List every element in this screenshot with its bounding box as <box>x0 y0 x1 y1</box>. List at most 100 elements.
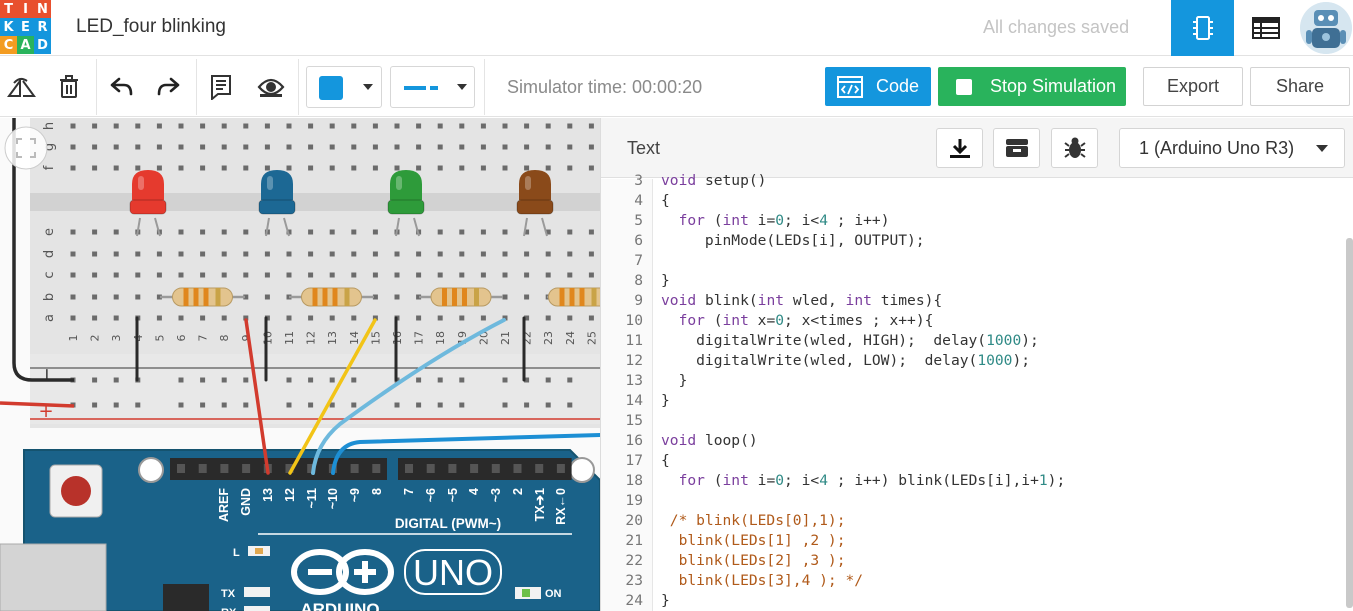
notes-button[interactable] <box>202 69 240 105</box>
breadboard-hole[interactable] <box>437 165 443 171</box>
code-button[interactable]: Code <box>825 67 931 106</box>
breadboard-hole[interactable] <box>264 165 270 171</box>
breadboard-hole[interactable] <box>588 165 594 171</box>
breadboard-hole[interactable] <box>200 272 206 278</box>
rail-hole[interactable] <box>545 402 551 408</box>
breadboard-hole[interactable] <box>394 272 400 278</box>
color-dropdown[interactable] <box>306 66 382 108</box>
breadboard-hole[interactable] <box>286 251 292 257</box>
breadboard-hole[interactable] <box>459 165 465 171</box>
breadboard-hole[interactable] <box>372 144 378 150</box>
breadboard-hole[interactable] <box>588 315 594 321</box>
breadboard-hole[interactable] <box>200 123 206 129</box>
breadboard-hole[interactable] <box>286 144 292 150</box>
breadboard-hole[interactable] <box>459 272 465 278</box>
breadboard-hole[interactable] <box>372 251 378 257</box>
breadboard-hole[interactable] <box>92 272 98 278</box>
breadboard-hole[interactable] <box>524 165 530 171</box>
breadboard-hole[interactable] <box>92 294 98 300</box>
breadboard-hole[interactable] <box>200 315 206 321</box>
breadboard-hole[interactable] <box>351 251 357 257</box>
breadboard-hole[interactable] <box>394 165 400 171</box>
breadboard-hole[interactable] <box>156 251 162 257</box>
breadboard-hole[interactable] <box>156 123 162 129</box>
libraries-button[interactable] <box>993 128 1040 168</box>
breadboard-hole[interactable] <box>70 229 76 235</box>
breadboard-hole[interactable] <box>178 251 184 257</box>
breadboard-hole[interactable] <box>459 251 465 257</box>
breadboard-hole[interactable] <box>221 123 227 129</box>
breadboard-hole[interactable] <box>480 165 486 171</box>
breadboard-hole[interactable] <box>329 123 335 129</box>
breadboard-hole[interactable] <box>200 165 206 171</box>
breadboard-hole[interactable] <box>113 294 119 300</box>
rail-hole[interactable] <box>92 377 98 383</box>
pin-header[interactable] <box>398 458 572 480</box>
breadboard-hole[interactable] <box>243 144 249 150</box>
breadboard-hole[interactable] <box>308 123 314 129</box>
breadboard-hole[interactable] <box>200 251 206 257</box>
breadboard-hole[interactable] <box>416 123 422 129</box>
breadboard-hole[interactable] <box>567 251 573 257</box>
code-line[interactable]: 11 digitalWrite(wled, HIGH); delay(1000)… <box>601 331 1353 351</box>
led[interactable] <box>387 170 425 215</box>
breadboard-hole[interactable] <box>70 165 76 171</box>
breadboard-hole[interactable] <box>502 144 508 150</box>
breadboard-hole[interactable] <box>502 251 508 257</box>
debugger-button[interactable] <box>1051 128 1098 168</box>
breadboard-hole[interactable] <box>351 229 357 235</box>
rail-hole[interactable] <box>394 402 400 408</box>
rail-hole[interactable] <box>437 402 443 408</box>
breadboard-hole[interactable] <box>286 272 292 278</box>
pin-header[interactable] <box>170 458 387 480</box>
breadboard-hole[interactable] <box>264 144 270 150</box>
circuit-canvas[interactable]: fghedcba12345678910111213141516171819202… <box>0 118 600 611</box>
breadboard-hole[interactable] <box>416 251 422 257</box>
breadboard-hole[interactable] <box>524 123 530 129</box>
rail-hole[interactable] <box>351 402 357 408</box>
breadboard-hole[interactable] <box>372 272 378 278</box>
breadboard-hole[interactable] <box>416 315 422 321</box>
breadboard-hole[interactable] <box>221 165 227 171</box>
breadboard-hole[interactable] <box>480 144 486 150</box>
breadboard-hole[interactable] <box>135 294 141 300</box>
code-line[interactable]: 13 } <box>601 371 1353 391</box>
breadboard-hole[interactable] <box>329 229 335 235</box>
rail-hole[interactable] <box>567 377 573 383</box>
breadboard-hole[interactable] <box>156 272 162 278</box>
rail-hole[interactable] <box>113 402 119 408</box>
code-line[interactable]: 6 pinMode(LEDs[i], OUTPUT); <box>601 231 1353 251</box>
breadboard-hole[interactable] <box>394 294 400 300</box>
code-line[interactable]: 15 <box>601 411 1353 431</box>
breadboard-hole[interactable] <box>329 144 335 150</box>
breadboard-hole[interactable] <box>545 315 551 321</box>
breadboard-hole[interactable] <box>308 144 314 150</box>
breadboard-hole[interactable] <box>113 272 119 278</box>
led[interactable] <box>516 170 554 215</box>
breadboard-hole[interactable] <box>524 294 530 300</box>
breadboard-hole[interactable] <box>200 144 206 150</box>
breadboard-hole[interactable] <box>588 272 594 278</box>
rail-hole[interactable] <box>135 402 141 408</box>
breadboard-hole[interactable] <box>394 123 400 129</box>
breadboard-hole[interactable] <box>92 251 98 257</box>
breadboard-hole[interactable] <box>70 144 76 150</box>
breadboard-hole[interactable] <box>437 229 443 235</box>
code-line[interactable]: 17 { <box>601 451 1353 471</box>
delete-button[interactable] <box>50 69 88 105</box>
breadboard-hole[interactable] <box>459 315 465 321</box>
breadboard-hole[interactable] <box>588 123 594 129</box>
breadboard-hole[interactable] <box>70 251 76 257</box>
breadboard-hole[interactable] <box>567 123 573 129</box>
breadboard-hole[interactable] <box>588 229 594 235</box>
breadboard-hole[interactable] <box>264 272 270 278</box>
breadboard-hole[interactable] <box>502 165 508 171</box>
breadboard-hole[interactable] <box>545 144 551 150</box>
code-line[interactable]: 14} <box>601 391 1353 411</box>
code-line[interactable]: 21 blink(LEDs[1] ,2 ); <box>601 531 1353 551</box>
breadboard-hole[interactable] <box>113 251 119 257</box>
breadboard-hole[interactable] <box>243 229 249 235</box>
breadboard-hole[interactable] <box>92 229 98 235</box>
breadboard-hole[interactable] <box>480 251 486 257</box>
code-line[interactable]: 4{ <box>601 191 1353 211</box>
